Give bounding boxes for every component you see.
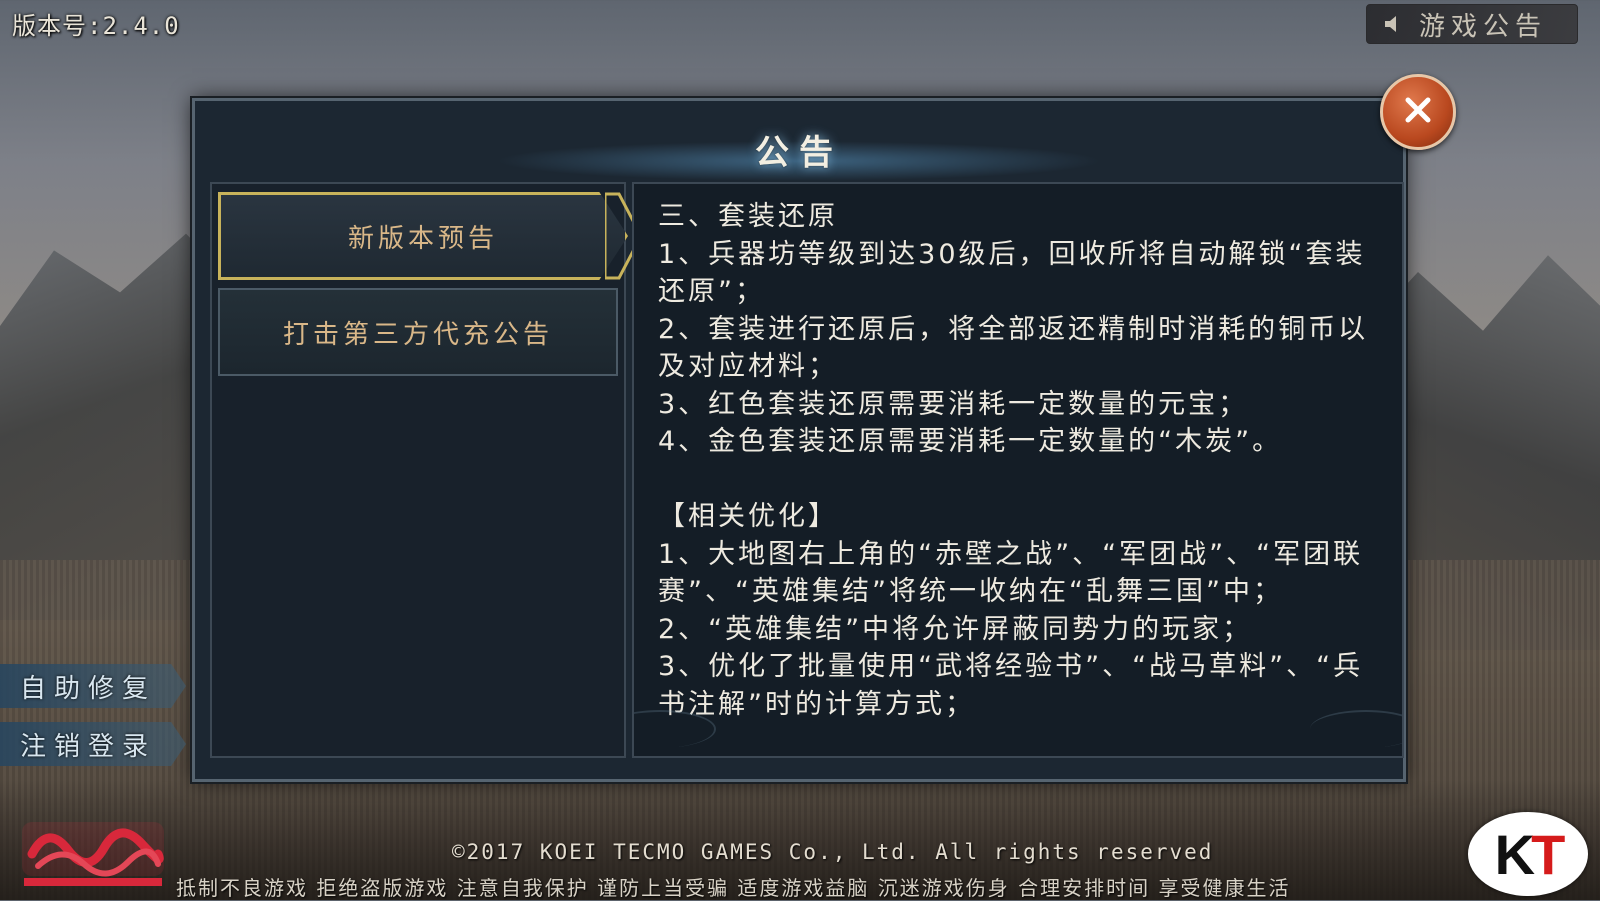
- cloud-ornament-right: [1310, 710, 1402, 748]
- kt-logo-k: K: [1494, 822, 1536, 886]
- self-repair-button[interactable]: 自助修复: [0, 664, 186, 708]
- game-announcement-label: 游戏公告: [1419, 11, 1548, 42]
- close-button[interactable]: [1380, 74, 1456, 150]
- tab-list-panel: 新版本预告 打击第三方代充公告: [210, 182, 628, 758]
- tab-label: 打击第三方代充公告: [282, 319, 553, 350]
- speaker-icon: [1381, 11, 1407, 37]
- announcement-body-text: 三、套装还原 1、兵器坊等级到达30级后，回收所将自动解锁“套装还原”； 2、套…: [658, 201, 1369, 720]
- version-label: 版本号:2.4.0: [12, 12, 180, 40]
- game-logo: [14, 812, 172, 892]
- game-announcement-button[interactable]: 游戏公告: [1366, 4, 1578, 44]
- kt-logo-t: T: [1531, 822, 1565, 886]
- close-icon: [1401, 93, 1435, 131]
- tab-new-version-preview[interactable]: 新版本预告: [218, 192, 628, 280]
- tab-label: 新版本预告: [347, 223, 498, 254]
- self-repair-label: 自助修复: [20, 673, 157, 704]
- announcement-content-panel[interactable]: 三、套装还原 1、兵器坊等级到达30级后，回收所将自动解锁“套装还原”； 2、套…: [632, 182, 1404, 758]
- logout-button[interactable]: 注销登录: [0, 722, 186, 766]
- copyright-text: ©2017 KOEI TECMO GAMES Co., Ltd. All rig…: [452, 840, 1214, 864]
- dialog-title: 公告: [755, 133, 843, 173]
- health-gaming-notice: 抵制不良游戏 拒绝盗版游戏 注意自我保护 谨防上当受骗 适度游戏益脑 沉迷游戏伤…: [176, 876, 1291, 900]
- koei-tecmo-logo: KT: [1468, 812, 1588, 896]
- tab-anti-third-party-recharge[interactable]: 打击第三方代充公告: [218, 288, 618, 376]
- logout-label: 注销登录: [20, 731, 157, 762]
